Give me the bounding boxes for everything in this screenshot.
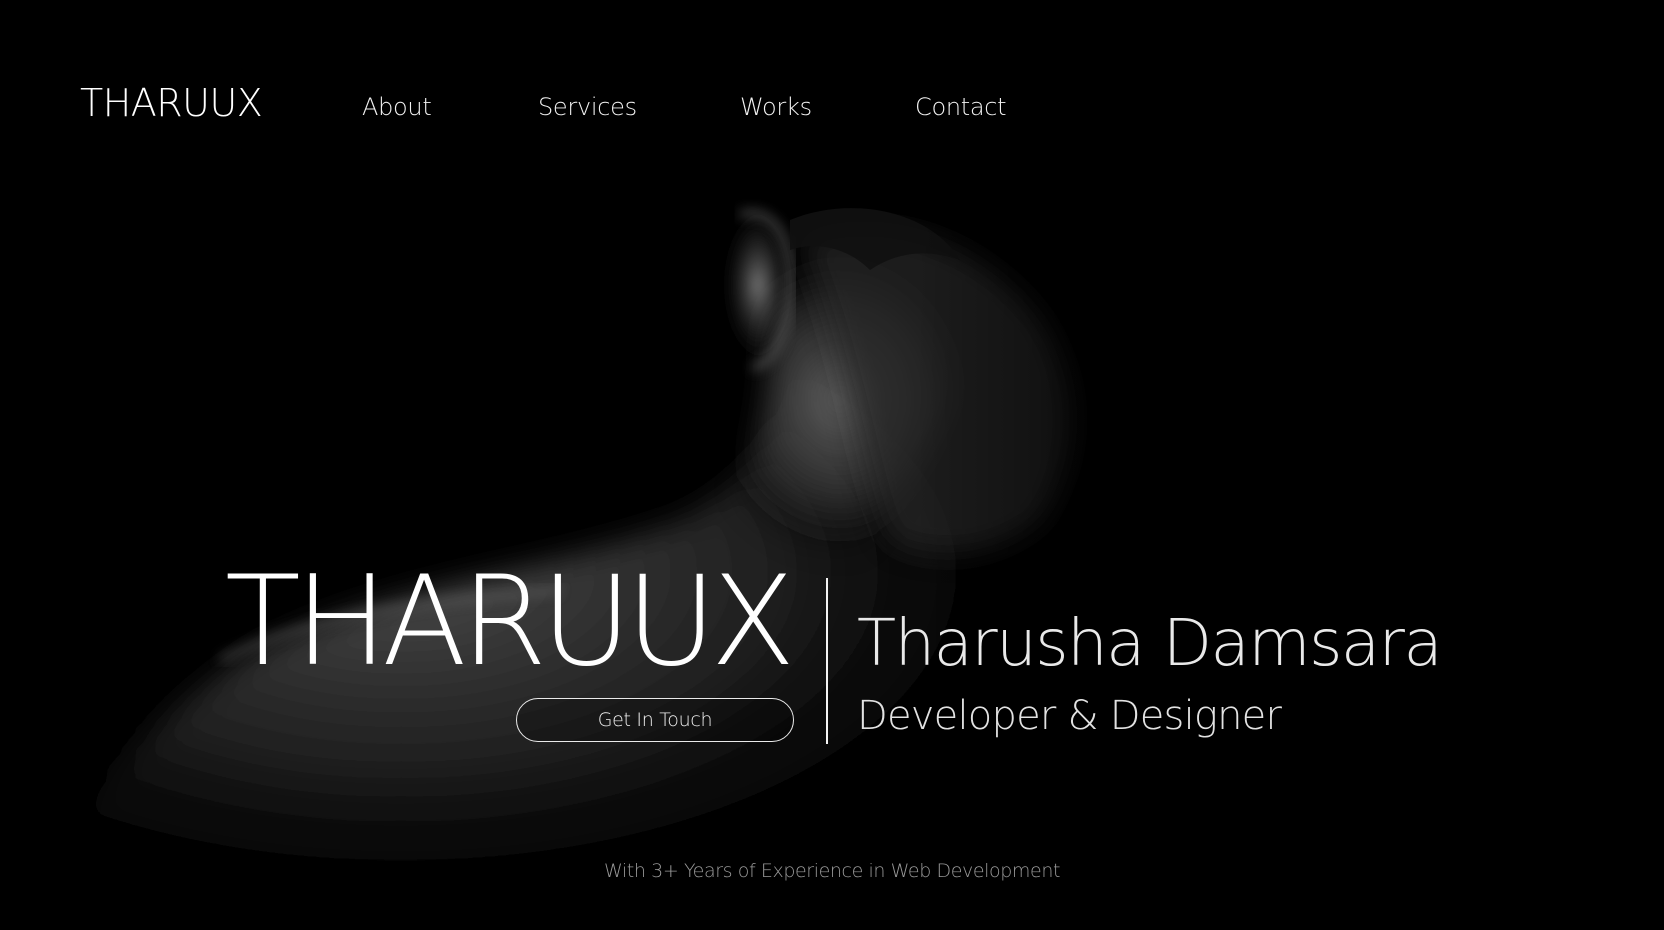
brand-logo[interactable]: THARUUX — [80, 84, 263, 122]
nav-link-services[interactable]: Services — [538, 95, 637, 119]
hero-section: THARUUX About Services Works Contact THA… — [0, 0, 1664, 930]
experience-tagline: With 3+ Years of Experience in Web Devel… — [0, 862, 1664, 881]
get-in-touch-button[interactable]: Get In Touch — [516, 698, 794, 742]
hero-portrait-image — [0, 0, 1664, 930]
hero-divider — [826, 578, 828, 744]
nav-link-works[interactable]: Works — [740, 95, 812, 119]
nav-link-about[interactable]: About — [362, 95, 432, 119]
hero-title: THARUUX — [225, 550, 795, 694]
hero-role: Developer & Designer — [857, 693, 1282, 739]
nav-link-contact[interactable]: Contact — [915, 95, 1007, 119]
experience-text: With 3+ Years of Experience in Web Devel… — [603, 860, 1061, 882]
hero-name: Tharusha Damsara — [857, 607, 1443, 681]
